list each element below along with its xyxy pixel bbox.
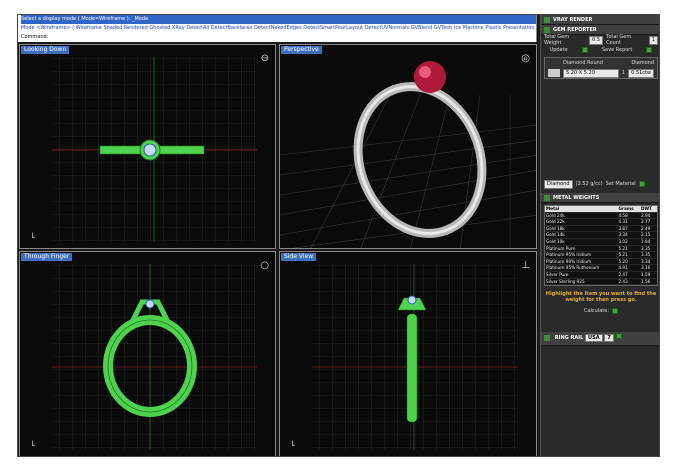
material-density: (3.52 g/cc) [575,181,603,187]
gem-actions: Update Save Report [541,45,659,55]
vray-render-header[interactable]: VRAY RENDER [541,15,659,25]
front-view-drawing [52,264,257,450]
panel-spacer-2 [541,316,659,332]
perspective-drawing [280,61,536,248]
gem-thumbnail [548,69,560,77]
set-material-label: Set Material [605,181,636,187]
axis-icon: └ [30,441,35,450]
metal-row[interactable]: Silver Pure 2.47 1.59 [545,271,657,279]
gem-table-header: Diamond Round Diamond [545,58,657,68]
save-report-label: Save Report [601,47,633,53]
calculate-label: Calculate: [583,308,610,315]
ring-rail-header[interactable]: RING RAIL USA 7 [541,332,659,347]
axis-icon: └ [30,233,35,242]
gem-count: 1 [621,70,626,76]
viewport-title[interactable]: Looking Down [21,46,70,54]
gem-weight: 0.51ctw [628,68,654,78]
command-prompt[interactable]: Command: [21,33,536,42]
command-history-line-1: Select a display mode ( Mode=Wireframe )… [21,15,536,24]
total-gem-weight-value: 0.5 [589,35,604,45]
panel-spacer [541,81,659,179]
update-button[interactable] [581,47,588,53]
rhino-window: Select a display mode ( Mode=Wireframe )… [17,14,660,457]
metal-row[interactable]: Platinum 95% Iridium 5.21 3.35 [545,251,657,259]
gem-size: 5.20 X 5.20 [563,68,619,78]
metal-row[interactable]: Platinum 90% Iridium 5.20 3.34 [545,258,657,266]
top-view-drawing [52,57,257,242]
metal-row[interactable]: Gold 22k 4.31 2.77 [545,218,657,226]
side-view-drawing [312,264,517,450]
gem-totals: Total Gem Weight 0.5 Total Gem Count 1 [541,34,659,46]
viewport-title[interactable]: Side View [281,253,317,261]
update-label: Update [549,47,568,53]
ring-apply-button[interactable] [615,333,622,340]
ring-region-select[interactable]: USA [585,334,603,343]
ring-size-select[interactable]: 7 [604,334,614,343]
viewport-perspective[interactable]: Perspective ◎ [279,44,537,249]
metal-row[interactable]: Gold 14k 3.34 2.15 [545,231,657,239]
metal-instructions: Highlight the item you want to find the … [545,291,657,304]
metal-row[interactable]: Platinum Pure 5.21 3.35 [545,245,657,253]
metal-row[interactable]: Gold 10k 3.02 1.94 [545,238,657,246]
gem-icon [544,26,550,33]
gem-table-row[interactable]: 5.20 X 5.20 1 0.51ctw [545,68,657,78]
gem-table[interactable]: Diamond Round Diamond 5.20 X 5.20 1 0.51… [544,57,658,79]
metal-row[interactable]: Platinum 95% Ruthenium 4.91 3.16 [545,264,657,272]
ring-side-icon: ⊖ [260,53,269,64]
gem-column-shape: Diamond Round [563,60,603,66]
material-select[interactable]: Diamond [544,179,573,189]
viewport-title[interactable]: Through Finger [21,253,73,261]
metal-weights-table[interactable]: Metal Grams DWT Gold 24k 4.58 2.94 Gold 22… [544,205,658,287]
calculate-row: Calculate: [541,306,659,316]
metal-icon [544,194,550,201]
viewport-through-finger[interactable]: Through Finger ○ └ [19,251,276,456]
command-area[interactable]: Select a display mode ( Mode=Wireframe )… [18,15,537,42]
axis-icon: └ [290,441,295,450]
gem-column-type: Diamond [631,60,654,66]
total-gem-count-label: Total Gem Count [606,34,632,46]
total-gem-weight-label: Total Gem Weight [544,34,570,46]
metal-weights-header[interactable]: METAL WEIGHTS [541,193,659,203]
set-material-button[interactable] [638,181,645,187]
save-report-button[interactable] [646,47,653,53]
ring-front-icon: ○ [260,260,269,271]
viewport-looking-down[interactable]: Looking Down ⊖ └ [19,44,276,249]
viewport-side-view[interactable]: Side View ⊥ └ [279,251,537,456]
ring-rail-sub: RAIL [570,335,584,342]
metal-row[interactable]: Silver Sterling 925 2.43 1.56 [545,278,657,286]
ring-icon [544,334,550,341]
ring-top-icon: ◎ [521,53,530,64]
metal-row[interactable]: Gold 18k 3.87 2.49 [545,225,657,233]
command-history-line-2[interactable]: Mode <Wireframe> ( Wireframe Shaded Rend… [21,24,536,33]
vray-icon [544,16,550,23]
total-gem-count-value: 1 [648,35,658,45]
calculate-button[interactable] [612,308,619,315]
ring-side-view-icon: ⊥ [521,260,530,271]
plugin-panel: VRAY RENDER GEM REPORTER Total Gem Weigh… [540,15,659,456]
material-row: Diamond (3.52 g/cc) Set Material [541,179,659,189]
metal-row[interactable]: Gold 24k 4.58 2.94 [545,212,657,220]
viewport-title[interactable]: Perspective [281,46,322,54]
